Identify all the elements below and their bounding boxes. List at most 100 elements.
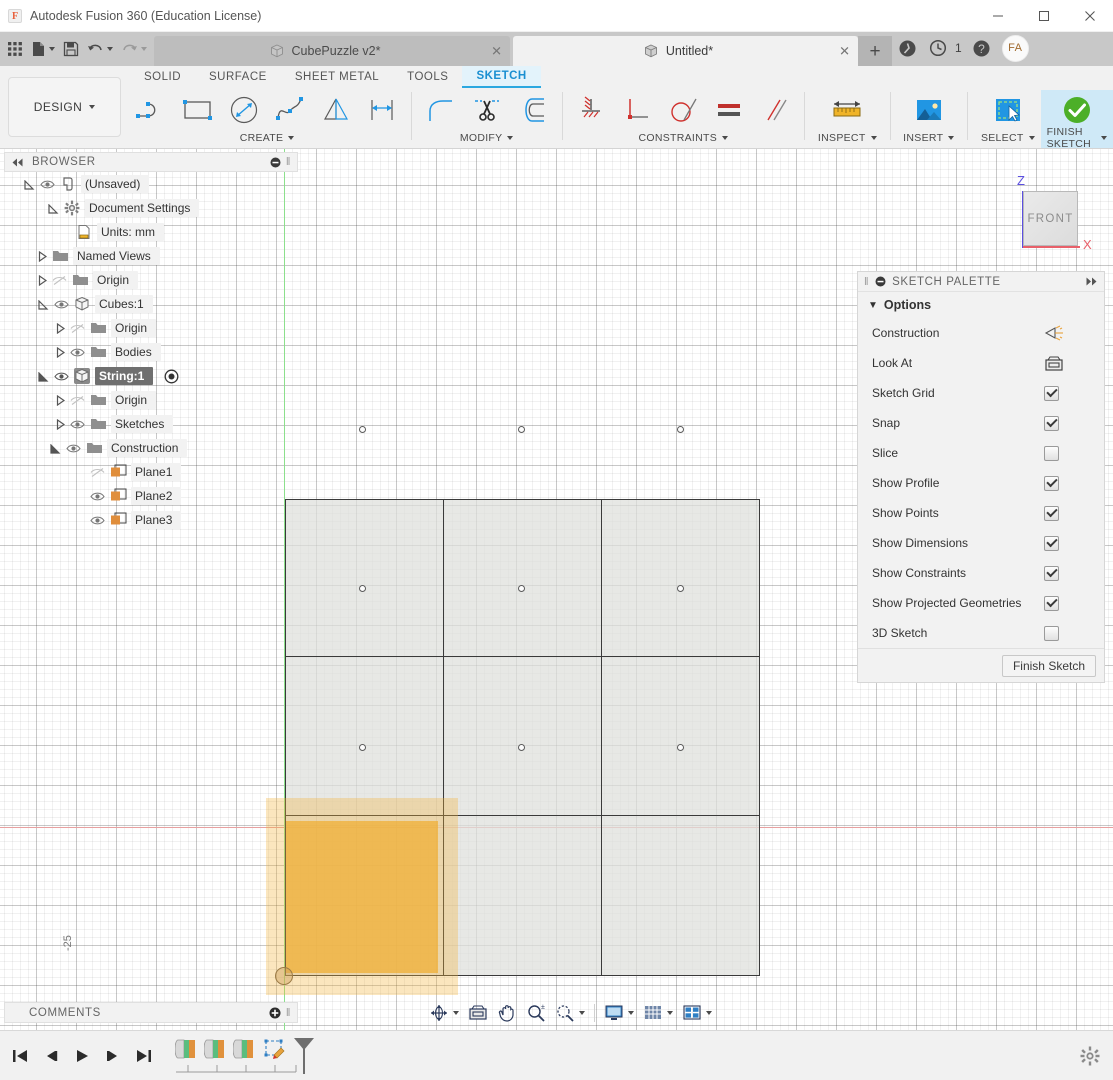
save-button[interactable] [60, 34, 82, 64]
snap-checkbox[interactable] [1044, 416, 1059, 431]
sketch-face[interactable] [285, 499, 444, 657]
timeline-feature-plane-2[interactable] [203, 1036, 232, 1062]
group-label-finish-sketch[interactable]: FINISH SKETCH [1047, 130, 1107, 145]
avatar[interactable]: FA [1002, 35, 1029, 62]
tab-sheet-metal[interactable]: SHEET METAL [281, 66, 393, 88]
tangent-icon[interactable] [661, 90, 705, 130]
option-show-projected-geometries[interactable]: Show Projected Geometries [858, 588, 1104, 618]
step-forward-button[interactable] [103, 1046, 123, 1066]
expander-open-icon[interactable] [38, 372, 49, 381]
offset-icon[interactable] [511, 90, 555, 130]
browser-minus-icon[interactable] [270, 157, 281, 168]
sketch-grid-checkbox[interactable] [1044, 386, 1059, 401]
visibility-eye-icon[interactable] [90, 491, 105, 502]
activate-component-radio[interactable] [164, 369, 179, 384]
tree-item-cubes-origin[interactable]: Origin [4, 316, 298, 340]
panel-grip-handle[interactable]: ‖ [864, 276, 869, 288]
option-look-at[interactable]: Look At [858, 348, 1104, 378]
visibility-eye-icon[interactable] [54, 371, 69, 382]
sketch-point[interactable] [677, 426, 684, 433]
document-tab-untitled[interactable]: Untitled* ✕ [513, 36, 858, 66]
visibility-eye-icon[interactable] [70, 347, 85, 358]
visibility-eye-icon[interactable] [54, 299, 69, 310]
minimize-button[interactable] [975, 0, 1021, 32]
panel-resize-handle[interactable]: ‖ [286, 1007, 291, 1019]
tree-item-plane3[interactable]: Plane3 [4, 508, 298, 532]
sketch-point[interactable] [518, 744, 525, 751]
viewports-button[interactable] [678, 1000, 716, 1026]
display-settings-button[interactable] [600, 1000, 638, 1026]
group-label-select[interactable]: SELECT [981, 130, 1035, 145]
tree-item-document-settings[interactable]: Document Settings [4, 196, 298, 220]
new-file-button[interactable] [28, 34, 58, 64]
panel-resize-handle[interactable]: ‖ [286, 156, 291, 168]
sketch-face[interactable] [601, 656, 760, 816]
undo-button[interactable] [84, 34, 116, 64]
mirror-icon[interactable] [314, 90, 358, 130]
option-sketch-grid[interactable]: Sketch Grid [858, 378, 1104, 408]
tree-item-string[interactable]: String:1 [4, 364, 298, 388]
parallel-icon[interactable] [753, 90, 797, 130]
add-comment-icon[interactable] [269, 1007, 281, 1019]
expander-closed-icon[interactable] [56, 395, 65, 406]
expander-closed-icon[interactable] [56, 323, 65, 334]
tab-surface[interactable]: SURFACE [195, 66, 281, 88]
expander-closed-icon[interactable] [56, 419, 65, 430]
timeline-feature-plane-1[interactable] [174, 1036, 203, 1062]
selected-profile-fill[interactable] [286, 821, 438, 973]
group-label-modify[interactable]: MODIFY [460, 130, 514, 145]
sketch-face[interactable] [443, 499, 602, 657]
green-check-icon[interactable] [1055, 90, 1099, 130]
rectangle-icon[interactable] [176, 90, 220, 130]
group-label-inspect[interactable]: INSPECT [818, 130, 877, 145]
sketch-point[interactable] [518, 585, 525, 592]
close-icon[interactable]: ✕ [839, 45, 850, 58]
maximize-button[interactable] [1021, 0, 1067, 32]
tab-tools[interactable]: TOOLS [393, 66, 462, 88]
select-window-icon[interactable] [986, 90, 1030, 130]
tree-item-units[interactable]: Units: mm [4, 220, 298, 244]
show-profile-checkbox[interactable] [1044, 476, 1059, 491]
job-status-icon[interactable] [923, 33, 953, 63]
visibility-eye-icon[interactable] [70, 419, 85, 430]
finish-sketch-button[interactable]: Finish Sketch [1002, 655, 1096, 677]
tab-sketch[interactable]: SKETCH [462, 66, 540, 88]
visibility-eye-hidden-icon[interactable] [70, 323, 85, 334]
workspace-switcher-button[interactable]: DESIGN [8, 77, 121, 137]
grid-snaps-button[interactable] [639, 1000, 677, 1026]
show-dimensions-checkbox[interactable] [1044, 536, 1059, 551]
sketch-point[interactable] [359, 744, 366, 751]
construction-icon[interactable] [1044, 325, 1104, 341]
close-button[interactable] [1067, 0, 1113, 32]
redo-button[interactable] [118, 34, 150, 64]
visibility-eye-icon[interactable] [90, 515, 105, 526]
visibility-eye-hidden-icon[interactable] [52, 275, 67, 286]
tree-item-string-origin[interactable]: Origin [4, 388, 298, 412]
dimension-icon[interactable] [360, 90, 404, 130]
sketch-face[interactable] [285, 656, 444, 816]
expander-open-icon[interactable] [48, 204, 59, 213]
visibility-eye-hidden-icon[interactable] [90, 467, 105, 478]
timeline-feature-plane-3[interactable] [232, 1036, 261, 1062]
equal-icon[interactable] [707, 90, 751, 130]
view-cube[interactable]: Z X FRONT [993, 169, 1093, 259]
tree-item-construction[interactable]: Construction [4, 436, 298, 460]
help-icon[interactable]: ? [967, 33, 997, 63]
new-tab-button[interactable]: + [858, 36, 892, 66]
tab-solid[interactable]: SOLID [130, 66, 195, 88]
zoom-fit-button[interactable] [551, 1000, 589, 1026]
expander-open-icon[interactable] [50, 444, 61, 453]
tree-item-cubes[interactable]: Cubes:1 [4, 292, 298, 316]
visibility-eye-icon[interactable] [66, 443, 81, 454]
tree-item-unsaved[interactable]: (Unsaved) [4, 172, 298, 196]
sketch-face[interactable] [443, 815, 602, 976]
option-show-points[interactable]: Show Points [858, 498, 1104, 528]
go-to-end-button[interactable] [134, 1046, 154, 1066]
timeline-settings-gear-icon[interactable] [1080, 1046, 1100, 1066]
option-snap[interactable]: Snap [858, 408, 1104, 438]
app-grid-button[interactable] [4, 34, 26, 64]
option-3d-sketch[interactable]: 3D Sketch [858, 618, 1104, 648]
option-show-profile[interactable]: Show Profile [858, 468, 1104, 498]
palette-section-options[interactable]: ▼ Options [858, 292, 1104, 318]
sketch-face[interactable] [443, 656, 602, 816]
